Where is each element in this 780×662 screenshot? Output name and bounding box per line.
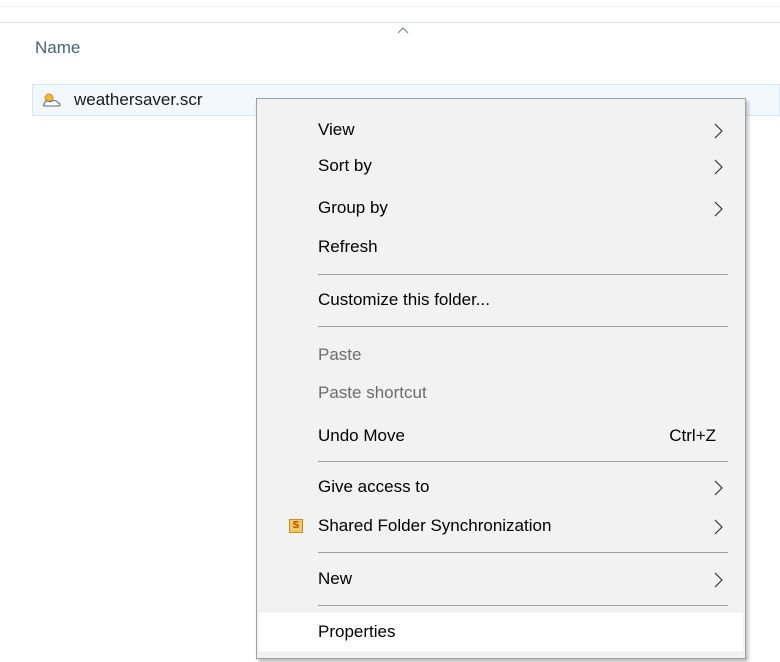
menu-item-sort-by[interactable]: Sort by: [259, 147, 743, 185]
chevron-right-icon: [714, 123, 723, 139]
menu-item-new[interactable]: New: [259, 560, 743, 598]
menu-item-paste: Paste: [259, 336, 743, 374]
menu-item-label: Sort by: [318, 156, 372, 175]
menu-item-label: New: [318, 569, 353, 588]
chevron-right-icon: [714, 480, 723, 496]
chevron-right-icon: [714, 519, 723, 535]
chevron-right-icon: [714, 159, 723, 175]
menu-item-undo-move[interactable]: Undo Move Ctrl+Z: [259, 417, 743, 455]
context-menu: View Sort by Group by Refresh Customize …: [256, 98, 746, 659]
file-name: weathersaver.scr: [74, 90, 203, 109]
menu-item-label: Paste: [318, 345, 362, 364]
menu-item-group-by[interactable]: Group by: [259, 189, 743, 227]
menu-item-label: View: [318, 120, 355, 139]
menu-item-give-access-to[interactable]: Give access to: [259, 468, 743, 506]
menu-item-label: Undo Move: [318, 426, 405, 445]
menu-separator: [318, 461, 728, 462]
menu-item-label: Paste shortcut: [318, 383, 427, 402]
menu-separator: [318, 326, 728, 327]
explorer-window: Name weathersaver.scr View Sort by Group…: [0, 0, 780, 662]
menu-item-label: Customize this folder...: [318, 290, 490, 309]
name-column-header[interactable]: Name: [35, 38, 80, 58]
menu-item-properties[interactable]: Properties: [259, 613, 743, 651]
menu-item-customize-folder[interactable]: Customize this folder...: [259, 281, 743, 319]
menu-item-refresh[interactable]: Refresh: [259, 228, 743, 266]
menu-separator: [318, 274, 728, 275]
menu-separator: [318, 552, 728, 553]
sync-app-icon: S: [289, 519, 303, 533]
menu-separator: [318, 605, 728, 606]
divider: [0, 6, 780, 7]
chevron-right-icon: [714, 201, 723, 217]
menu-item-paste-shortcut: Paste shortcut: [259, 374, 743, 412]
chevron-right-icon: [714, 572, 723, 588]
column-header-bar: Name: [0, 22, 780, 75]
menu-item-shared-folder-sync[interactable]: S Shared Folder Synchronization: [259, 507, 743, 545]
sort-ascending-chevron-icon[interactable]: [393, 23, 413, 37]
screensaver-file-icon: [42, 93, 61, 107]
keyboard-shortcut: Ctrl+Z: [669, 426, 716, 445]
menu-item-label: Properties: [318, 622, 396, 641]
menu-item-view[interactable]: View: [259, 111, 743, 149]
menu-item-label: Group by: [318, 198, 388, 217]
menu-item-label: Refresh: [318, 237, 378, 256]
menu-item-label: Shared Folder Synchronization: [318, 516, 552, 535]
menu-item-label: Give access to: [318, 477, 430, 496]
